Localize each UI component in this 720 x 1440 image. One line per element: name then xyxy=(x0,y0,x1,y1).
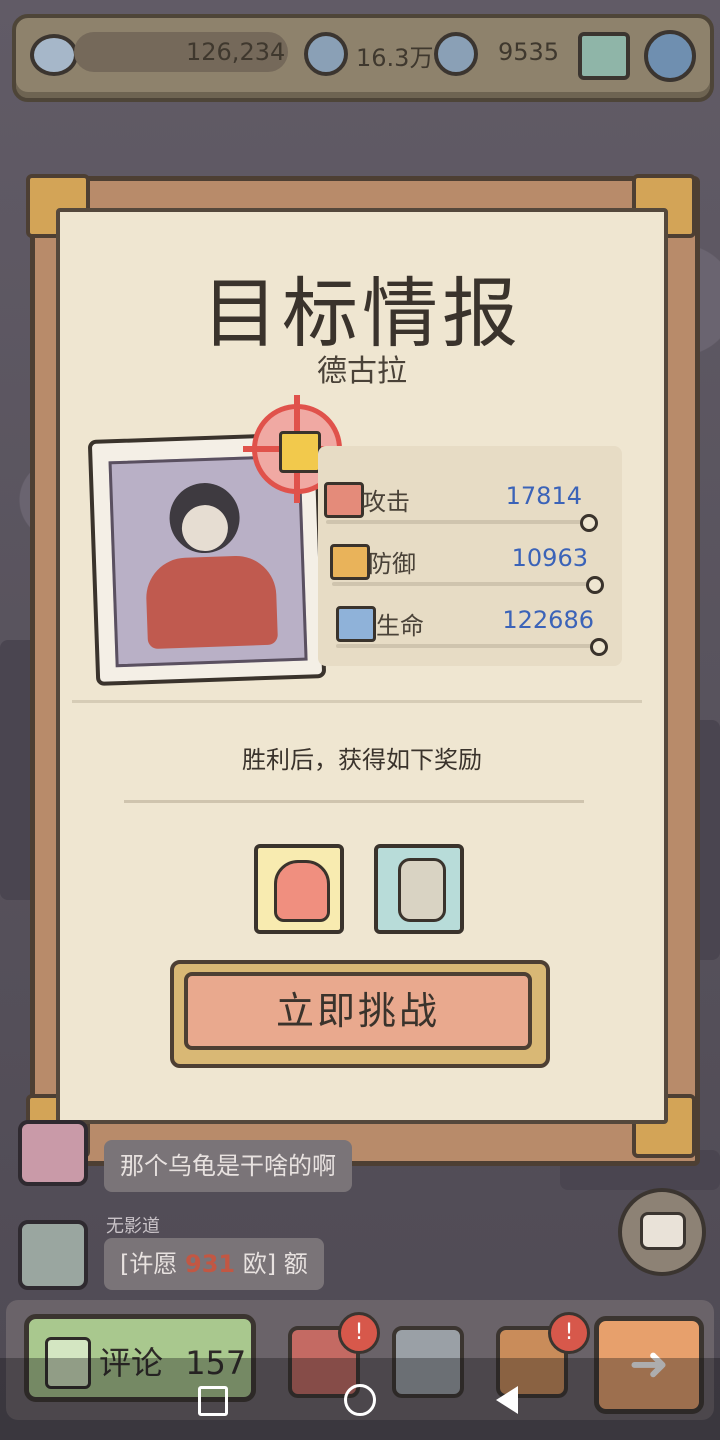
message-number: 931 xyxy=(185,1250,236,1278)
back-icon[interactable] xyxy=(496,1386,518,1414)
health-icon xyxy=(336,606,376,642)
message-prefix: [许愿 xyxy=(120,1250,178,1278)
mummy-statue-reward-icon xyxy=(398,858,446,922)
stat-label: 防御 xyxy=(368,550,416,578)
bat-emblem-icon xyxy=(279,431,321,473)
message-suffix: 欧] 额 xyxy=(242,1250,308,1278)
chat-username: 无影道 xyxy=(106,1216,160,1237)
chat-message: [许愿 931 欧] 额 xyxy=(104,1238,324,1290)
chat-message: 那个乌龟是干啥的啊 xyxy=(104,1140,352,1192)
mail-icon[interactable] xyxy=(578,32,630,80)
gear-icon[interactable] xyxy=(644,30,696,82)
chat-icon xyxy=(640,1212,686,1250)
stat-row-attack: 攻击 17814 xyxy=(318,476,622,532)
stat-label: 生命 xyxy=(376,612,424,640)
notification-badge: ! xyxy=(338,1312,380,1354)
speech-bubble-icon xyxy=(304,32,348,76)
defense-icon xyxy=(330,544,370,580)
top-status-bar: 126,234 16.3万 9535 xyxy=(12,14,714,102)
avatar[interactable] xyxy=(18,1120,88,1186)
section-divider xyxy=(72,700,642,703)
stat-label: 攻击 xyxy=(362,488,410,516)
messages-count: 9535 xyxy=(498,38,560,66)
eye-icon xyxy=(30,34,78,76)
stats-panel: 攻击 17814 防御 10963 生命 122686 xyxy=(318,446,622,666)
attack-icon xyxy=(324,482,364,518)
chats-count: 16.3万 xyxy=(356,44,434,72)
chat-bubble-icon xyxy=(434,32,478,76)
stat-value: 122686 xyxy=(502,606,594,634)
challenge-button[interactable]: 立即挑战 xyxy=(184,972,532,1050)
home-icon[interactable] xyxy=(344,1384,376,1416)
stat-value: 10963 xyxy=(511,544,588,572)
stat-value: 17814 xyxy=(505,482,582,510)
reward-heading: 胜利后，获得如下奖励 xyxy=(242,746,482,774)
views-count: 126,234 xyxy=(186,38,286,66)
reward-underline xyxy=(124,800,584,803)
target-name: 德古拉 xyxy=(317,354,407,389)
stat-row-defense: 防御 10963 xyxy=(318,538,622,594)
avatar[interactable] xyxy=(18,1220,88,1290)
ghost-reward-icon xyxy=(274,860,330,922)
reward-slot-mummy[interactable] xyxy=(374,844,464,934)
recent-apps-icon[interactable] xyxy=(198,1386,228,1416)
reward-slot-ghost[interactable] xyxy=(254,844,344,934)
stat-row-health: 生命 122686 xyxy=(318,600,622,656)
notification-badge: ! xyxy=(548,1312,590,1354)
chat-button[interactable] xyxy=(618,1188,706,1276)
